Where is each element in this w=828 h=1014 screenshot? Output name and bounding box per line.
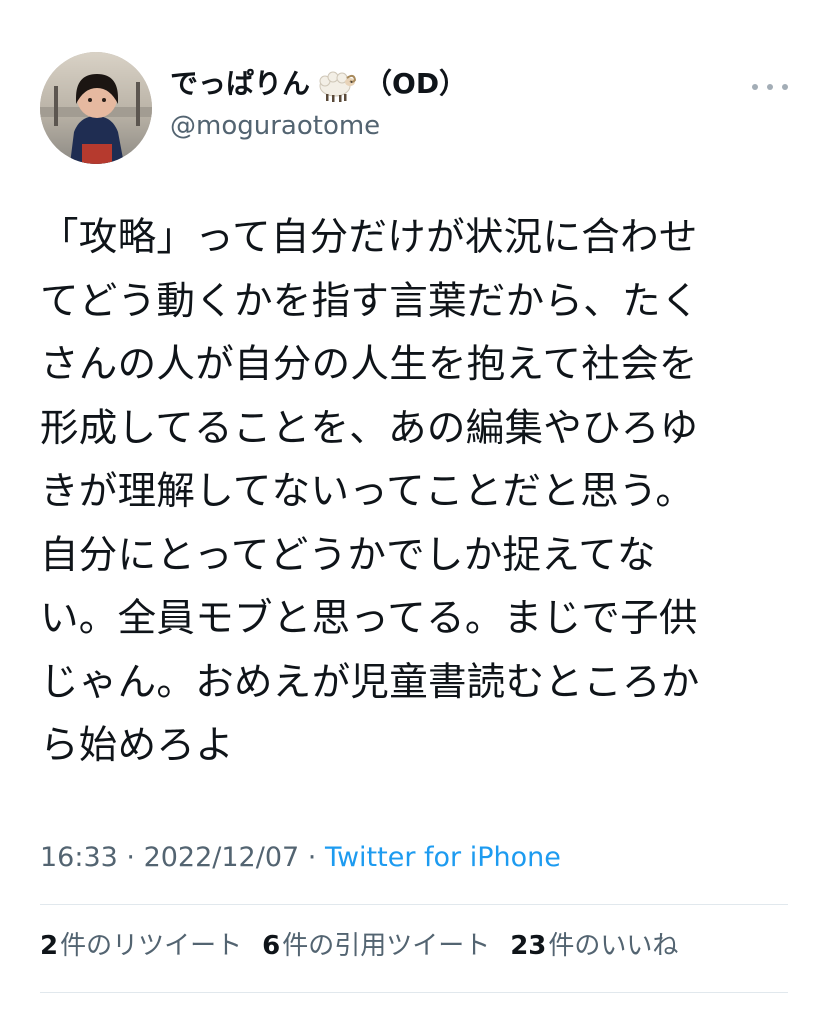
tweet-text-line: 形成してることを、あの編集やひろゆ bbox=[40, 405, 699, 451]
tweet-source-link[interactable]: Twitter for iPhone bbox=[325, 842, 561, 873]
sheep-icon bbox=[314, 64, 358, 104]
tweet-time[interactable]: 16:33 bbox=[40, 842, 118, 873]
likes-count: 23 bbox=[510, 931, 547, 961]
quotes-stat[interactable]: 6 件の引用ツイート bbox=[262, 926, 490, 966]
more-dot-icon bbox=[782, 84, 788, 90]
meta-separator: · bbox=[299, 842, 325, 873]
display-name-suffix: （OD） bbox=[364, 67, 468, 100]
tweet-stats: 2 件のリツイート 6 件の引用ツイート 23 件のいいね bbox=[40, 926, 698, 966]
quotes-count: 6 bbox=[262, 931, 281, 961]
more-dot-icon bbox=[752, 84, 758, 90]
tweet-text-line: てどう動くかを指す言葉だから、たく bbox=[40, 278, 700, 324]
retweets-count: 2 bbox=[40, 931, 59, 961]
tweet-text-line: い。全員モブと思ってる。まじで子供 bbox=[40, 596, 698, 641]
tweet-text-line: じゃん。おめえが児童書読むところか bbox=[40, 659, 700, 705]
divider bbox=[40, 992, 788, 993]
divider bbox=[40, 904, 788, 905]
avatar[interactable] bbox=[40, 52, 152, 164]
likes-label: 件のいいね bbox=[548, 931, 679, 961]
meta-separator: · bbox=[117, 842, 144, 873]
tweet-detail: でっぱりん （OD） @moguraotome 「攻略」って自分だけが状況に合わ… bbox=[0, 0, 828, 1014]
likes-stat[interactable]: 23 件のいいね bbox=[510, 926, 678, 966]
retweets-label: 件のリツイート bbox=[60, 931, 243, 961]
more-dot-icon bbox=[767, 84, 773, 90]
display-name[interactable]: でっぱりん （OD） bbox=[170, 64, 467, 104]
tweet-text-line: 「攻略」って自分だけが状況に合わせ bbox=[40, 215, 698, 260]
tweet-text-line: さんの人が自分の人生を抱えて社会を bbox=[40, 342, 698, 387]
avatar-image bbox=[40, 52, 152, 164]
author-info: でっぱりん （OD） @moguraotome bbox=[170, 64, 467, 144]
user-handle[interactable]: @moguraotome bbox=[170, 108, 467, 144]
tweet-text-line: きが理解してないってことだと思う。 bbox=[40, 469, 695, 514]
display-name-text: でっぱりん bbox=[170, 67, 311, 100]
retweets-stat[interactable]: 2 件のリツイート bbox=[40, 926, 242, 966]
quotes-label: 件の引用ツイート bbox=[282, 931, 491, 961]
more-options-button[interactable] bbox=[752, 72, 788, 102]
tweet-date[interactable]: 2022/12/07 bbox=[144, 842, 300, 873]
tweet-text-line: 自分にとってどうかでしか捉えてな bbox=[40, 532, 656, 578]
tweet-text-line: ら始めろよ bbox=[40, 723, 235, 768]
tweet-meta: 16:33 · 2022/12/07 · Twitter for iPhone bbox=[40, 838, 561, 878]
tweet-text: 「攻略」って自分だけが状況に合わせ てどう動くかを指す言葉だから、たく さんの人… bbox=[40, 206, 790, 778]
